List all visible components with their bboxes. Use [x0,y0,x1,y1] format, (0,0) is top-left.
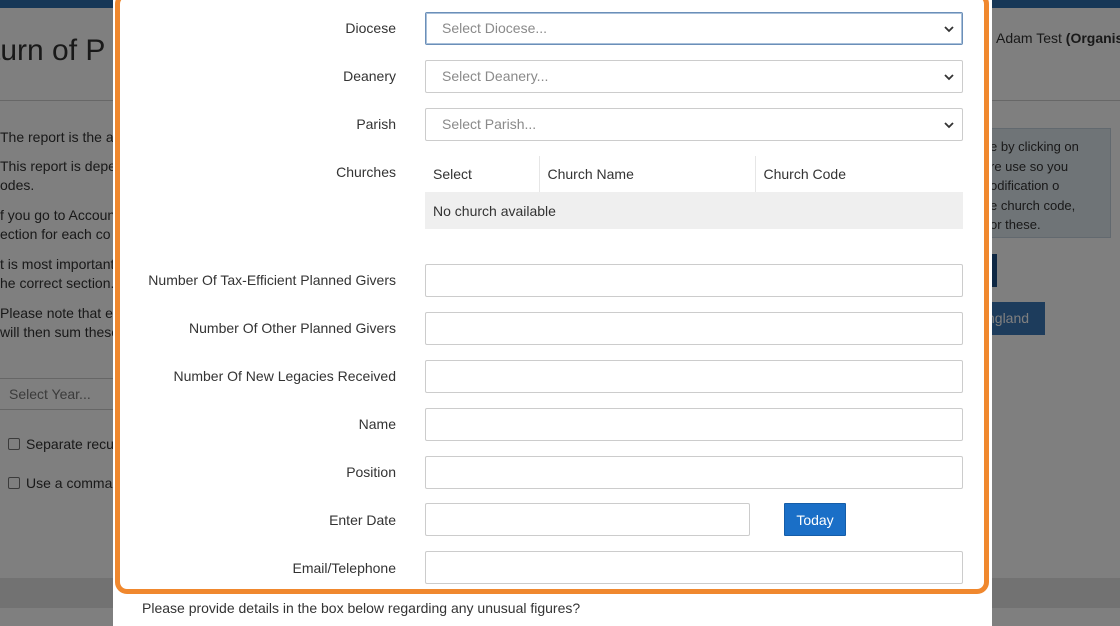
tax-givers-label: Number Of Tax-Efficient Planned Givers [148,272,396,288]
churches-table: Select Church Name Church Code No church… [425,156,963,229]
churches-label: Churches [336,164,396,180]
tax-givers-input[interactable] [425,264,963,297]
diocese-label: Diocese [345,20,396,36]
diocese-select[interactable]: Select Diocese... [425,12,963,45]
email-phone-input[interactable] [425,551,963,584]
email-phone-label: Email/Telephone [292,560,396,576]
other-givers-label: Number Of Other Planned Givers [189,320,396,336]
deanery-select-value: Select Deanery... [442,68,549,84]
position-label: Position [346,464,396,480]
deanery-label: Deanery [343,68,396,84]
chevron-down-icon [944,26,954,33]
unusual-figures-prompt: Please provide details in the box below … [142,600,581,616]
chevron-down-icon [944,74,954,81]
parish-select-value: Select Parish... [442,116,537,132]
column-header-select[interactable]: Select [425,156,540,192]
legacies-input[interactable] [425,360,963,393]
legacies-label: Number Of New Legacies Received [173,368,396,384]
chevron-down-icon [944,122,954,129]
diocese-select-value: Select Diocese... [442,20,548,36]
date-input[interactable] [425,503,750,536]
column-header-church-name[interactable]: Church Name [539,156,756,192]
table-row: No church available [425,192,963,229]
position-input[interactable] [425,456,963,489]
today-button[interactable]: Today [784,503,846,536]
deanery-select[interactable]: Select Deanery... [425,60,963,93]
column-header-church-code[interactable]: Church Code [755,156,963,192]
parish-select[interactable]: Select Parish... [425,108,963,141]
empty-table-message: No church available [425,192,963,229]
name-label: Name [358,416,396,432]
parish-label: Parish [356,116,396,132]
other-givers-input[interactable] [425,312,963,345]
enter-date-label: Enter Date [329,512,396,528]
name-input[interactable] [425,408,963,441]
